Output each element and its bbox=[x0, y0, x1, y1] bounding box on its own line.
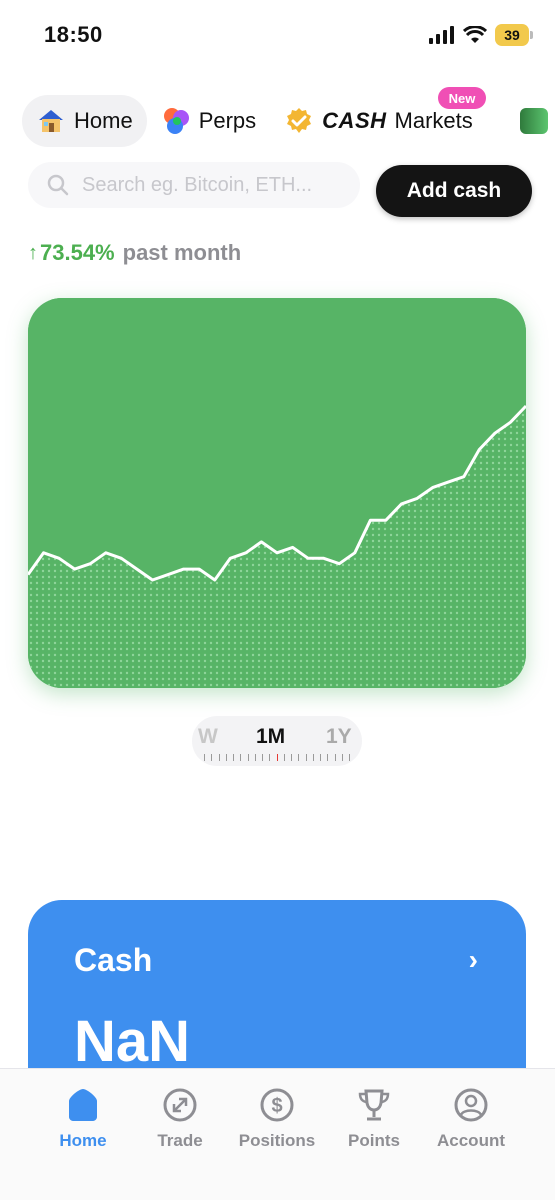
verified-badge-icon bbox=[284, 106, 314, 136]
chart-svg bbox=[28, 298, 526, 688]
add-cash-button[interactable]: Add cash bbox=[376, 165, 532, 217]
dollar-circle-icon: $ bbox=[257, 1085, 297, 1125]
chart-point bbox=[306, 556, 310, 560]
portfolio-chart[interactable] bbox=[28, 298, 526, 688]
nav-positions-label: Positions bbox=[238, 1131, 316, 1150]
nav-points-label: Points bbox=[348, 1131, 400, 1150]
range-selector[interactable]: W 1M 1Y bbox=[192, 716, 362, 766]
status-icons: 39 bbox=[429, 24, 533, 46]
range-week[interactable]: W bbox=[198, 725, 218, 749]
chart-point bbox=[337, 562, 341, 566]
chevron-right-icon: › bbox=[468, 944, 478, 975]
status-bar: 18:50 39 bbox=[0, 0, 555, 70]
chart-point bbox=[493, 431, 497, 435]
search-bar[interactable] bbox=[28, 162, 360, 208]
cash-title: Cash bbox=[74, 942, 153, 978]
tab-home[interactable]: Home bbox=[22, 95, 147, 147]
chart-point bbox=[431, 486, 435, 490]
app-screen: 18:50 39 Home Perps CASH Markets New Sea… bbox=[0, 0, 555, 1200]
chart-point bbox=[88, 562, 92, 566]
chart-point bbox=[228, 556, 232, 560]
chart-point bbox=[368, 518, 372, 522]
nav-home-label: Home bbox=[59, 1131, 107, 1150]
tab-perps[interactable]: Perps bbox=[147, 95, 270, 147]
chart-point bbox=[213, 578, 217, 582]
chart-point bbox=[166, 573, 170, 577]
chart-point bbox=[135, 567, 139, 571]
up-arrow-icon: ↑ bbox=[28, 241, 38, 264]
change-percent: 73.54% bbox=[40, 240, 115, 265]
chart-point bbox=[197, 567, 201, 571]
trade-icon bbox=[160, 1085, 200, 1125]
nav-account[interactable]: Account bbox=[421, 1085, 521, 1151]
trophy-icon bbox=[354, 1085, 394, 1125]
nav-trade-label: Trade bbox=[157, 1131, 203, 1150]
chart-point bbox=[73, 567, 77, 571]
bottom-nav: Home Trade $ Positions Points Account bbox=[0, 1068, 555, 1200]
perps-swirl-icon bbox=[161, 106, 191, 136]
cash-balance: NaN bbox=[74, 1009, 191, 1074]
nav-trade[interactable]: Trade bbox=[130, 1085, 230, 1151]
svg-text:$: $ bbox=[271, 1095, 282, 1117]
nav-positions[interactable]: $ Positions bbox=[227, 1085, 327, 1151]
range-month[interactable]: 1M bbox=[256, 725, 285, 749]
chart-point bbox=[182, 567, 186, 571]
new-badge: New bbox=[438, 87, 486, 109]
chart-point bbox=[275, 551, 279, 555]
nav-account-label: Account bbox=[437, 1131, 505, 1150]
tab-markets-label: Markets bbox=[394, 108, 473, 133]
nav-points[interactable]: Points bbox=[324, 1085, 424, 1151]
chart-point bbox=[508, 420, 512, 424]
chart-point bbox=[104, 551, 108, 555]
performance-change: ↑ 73.54% past month bbox=[28, 240, 241, 266]
search-icon bbox=[47, 174, 69, 196]
chart-point bbox=[384, 518, 388, 522]
chart-point bbox=[462, 475, 466, 479]
next-tab-icon[interactable] bbox=[520, 108, 548, 134]
nav-home[interactable]: Home bbox=[33, 1085, 133, 1151]
chart-point bbox=[353, 551, 357, 555]
tab-home-label: Home bbox=[74, 108, 133, 133]
cellular-signal-icon bbox=[429, 26, 454, 44]
range-ticks bbox=[204, 754, 350, 762]
home-icon bbox=[63, 1085, 103, 1125]
chart-point bbox=[446, 480, 450, 484]
cash-logo: CASH bbox=[322, 108, 387, 133]
range-year[interactable]: 1Y bbox=[326, 725, 352, 749]
chart-point bbox=[291, 545, 295, 549]
chart-point bbox=[57, 556, 61, 560]
chart-point bbox=[42, 551, 46, 555]
user-circle-icon bbox=[451, 1085, 491, 1125]
status-time: 18:50 bbox=[44, 22, 103, 47]
search-input[interactable] bbox=[82, 173, 342, 197]
wifi-icon bbox=[463, 26, 487, 43]
chart-point bbox=[415, 496, 419, 500]
chart-point bbox=[477, 448, 481, 452]
tab-perps-label: Perps bbox=[198, 108, 257, 133]
battery-indicator: 39 bbox=[495, 24, 533, 46]
chart-point bbox=[322, 556, 326, 560]
house-icon bbox=[36, 106, 66, 136]
chart-point bbox=[259, 540, 263, 544]
change-period: past month bbox=[122, 240, 242, 265]
chart-point bbox=[119, 556, 123, 560]
chart-point bbox=[400, 502, 404, 506]
chart-point bbox=[151, 578, 155, 582]
chart-point bbox=[244, 551, 248, 555]
